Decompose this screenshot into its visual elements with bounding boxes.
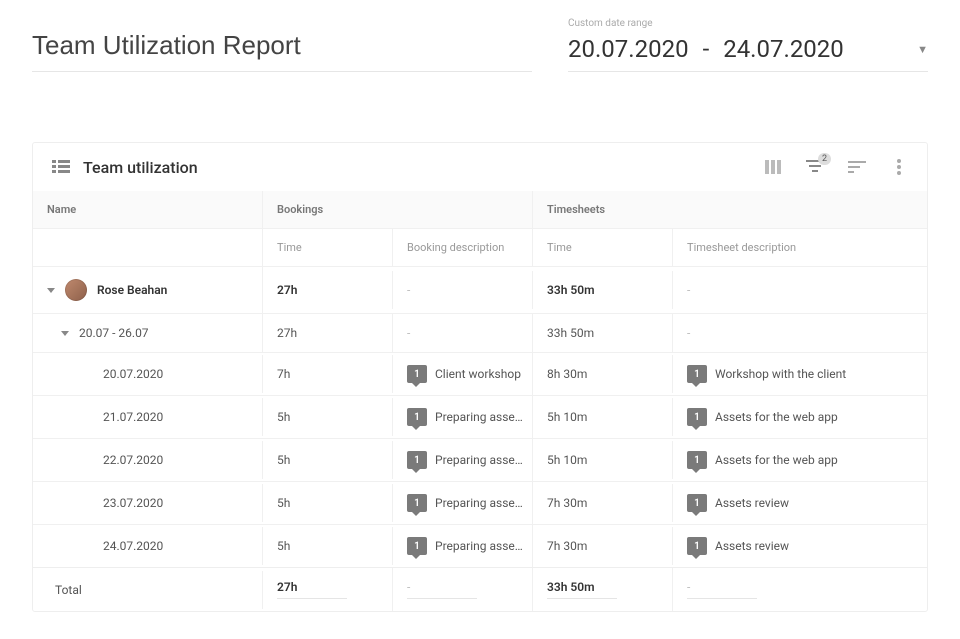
col-timesheet-desc: Timesheet description — [673, 228, 927, 266]
comment-icon: 1 — [687, 365, 707, 383]
comment-icon: 1 — [687, 494, 707, 512]
day-timesheet-time: 5h 10m — [533, 441, 673, 479]
week-booking-time: 27h — [263, 314, 393, 352]
day-row[interactable]: 24.07.2020 5h 1 Preparing asse… 7h 30m 1 Asset… — [33, 524, 927, 567]
col-name: Name — [33, 191, 263, 228]
week-label: 20.07 - 26.07 — [79, 326, 149, 340]
dash: - — [687, 283, 690, 297]
total-label: Total — [33, 571, 263, 609]
date-start: 20.07.2020 — [568, 35, 689, 63]
person-row[interactable]: Rose Beahan 27h - 33h 50m - — [33, 266, 927, 313]
col-bookings: Bookings — [263, 191, 533, 228]
day-timesheet-time: 5h 10m — [533, 398, 673, 436]
date-end: 24.07.2020 — [723, 35, 844, 63]
table-header-groups: Name Bookings Timesheets — [33, 191, 927, 228]
total-booking-time: 27h — [277, 580, 347, 599]
comment-icon: 1 — [407, 408, 427, 426]
day-date: 20.07.2020 — [103, 367, 163, 381]
booking-desc-text: Preparing asse… — [435, 539, 523, 553]
date-sep: - — [703, 35, 710, 63]
booking-desc-chip[interactable]: 1 Preparing asse… — [407, 494, 523, 512]
day-row[interactable]: 21.07.2020 5h 1 Preparing asse… 5h 10m 1 Asset… — [33, 395, 927, 438]
card-title: Team utilization — [83, 158, 198, 177]
report-title-input[interactable] — [32, 24, 532, 72]
dash: - — [407, 283, 410, 297]
timesheet-desc-chip[interactable]: 1 Assets review — [687, 537, 789, 555]
comment-icon: 1 — [407, 494, 427, 512]
columns-icon[interactable] — [763, 157, 783, 177]
booking-desc-chip[interactable]: 1 Preparing asse… — [407, 408, 523, 426]
total-timesheet-time: 33h 50m — [547, 580, 617, 599]
timesheet-desc-chip[interactable]: 1 Assets for the web app — [687, 451, 838, 469]
day-booking-time: 5h — [263, 441, 393, 479]
comment-icon: 1 — [407, 365, 427, 383]
page-header: Custom date range 20.07.2020 - 24.07.202… — [0, 0, 960, 72]
booking-desc-text: Client workshop — [435, 367, 521, 381]
day-row[interactable]: 22.07.2020 5h 1 Preparing asse… 5h 10m 1 Asset… — [33, 438, 927, 481]
day-date: 22.07.2020 — [103, 453, 163, 467]
timesheet-desc-chip[interactable]: 1 Assets for the web app — [687, 408, 838, 426]
filter-icon[interactable]: 2 — [805, 157, 825, 177]
date-range-label: Custom date range — [568, 18, 928, 29]
person-booking-time: 27h — [263, 271, 393, 309]
booking-desc-text: Preparing asse… — [435, 453, 523, 467]
booking-desc-text: Preparing asse… — [435, 496, 523, 510]
card-header: Team utilization 2 — [33, 143, 927, 191]
col-booking-desc: Booking description — [393, 228, 533, 266]
filter-badge: 2 — [818, 153, 831, 165]
timesheet-desc-text: Assets review — [715, 496, 789, 510]
utilization-card: Team utilization 2 Name Bookings Timeshe… — [32, 142, 928, 612]
comment-icon: 1 — [687, 451, 707, 469]
booking-desc-chip[interactable]: 1 Client workshop — [407, 365, 521, 383]
timesheet-desc-chip[interactable]: 1 Workshop with the client — [687, 365, 846, 383]
card-actions: 2 — [763, 157, 909, 177]
col-booking-time: Time — [263, 228, 393, 266]
chevron-down-icon: ▼ — [917, 43, 928, 56]
person-name: Rose Beahan — [97, 283, 167, 297]
booking-desc-text: Preparing asse… — [435, 410, 523, 424]
day-booking-time: 7h — [263, 355, 393, 393]
timesheet-desc-chip[interactable]: 1 Assets review — [687, 494, 789, 512]
day-timesheet-time: 8h 30m — [533, 355, 673, 393]
table-header-sub: Time Booking description Time Timesheet … — [33, 228, 927, 266]
date-range-wrap: Custom date range 20.07.2020 - 24.07.202… — [568, 18, 928, 72]
caret-down-icon — [47, 288, 55, 293]
comment-icon: 1 — [687, 408, 707, 426]
day-booking-time: 5h — [263, 484, 393, 522]
booking-desc-chip[interactable]: 1 Preparing asse… — [407, 537, 523, 555]
week-row[interactable]: 20.07 - 26.07 27h - 33h 50m - — [33, 313, 927, 352]
day-timesheet-time: 7h 30m — [533, 484, 673, 522]
date-range-picker[interactable]: 20.07.2020 - 24.07.2020 ▼ — [568, 31, 928, 72]
day-row[interactable]: 23.07.2020 5h 1 Preparing asse… 7h 30m 1 Asset… — [33, 481, 927, 524]
day-timesheet-time: 7h 30m — [533, 527, 673, 565]
person-timesheet-time: 33h 50m — [533, 271, 673, 309]
day-date: 23.07.2020 — [103, 496, 163, 510]
col-timesheet-time: Time — [533, 228, 673, 266]
timesheet-desc-text: Assets for the web app — [715, 410, 838, 424]
more-menu-icon[interactable] — [889, 157, 909, 177]
comment-icon: 1 — [687, 537, 707, 555]
day-booking-time: 5h — [263, 527, 393, 565]
avatar — [65, 279, 87, 301]
booking-desc-chip[interactable]: 1 Preparing asse… — [407, 451, 523, 469]
list-view-icon[interactable] — [51, 157, 71, 177]
col-timesheets: Timesheets — [533, 191, 927, 228]
comment-icon: 1 — [407, 451, 427, 469]
timesheet-desc-text: Assets review — [715, 539, 789, 553]
caret-down-icon — [61, 331, 69, 336]
total-row: Total 27h - 33h 50m - — [33, 567, 927, 611]
day-booking-time: 5h — [263, 398, 393, 436]
day-date: 21.07.2020 — [103, 410, 163, 424]
timesheet-desc-text: Assets for the web app — [715, 453, 838, 467]
day-row[interactable]: 20.07.2020 7h 1 Client workshop 8h 30m 1 Works… — [33, 352, 927, 395]
day-date: 24.07.2020 — [103, 539, 163, 553]
day-rows: 20.07.2020 7h 1 Client workshop 8h 30m 1 Works… — [33, 352, 927, 567]
comment-icon: 1 — [407, 537, 427, 555]
sort-icon[interactable] — [847, 157, 867, 177]
timesheet-desc-text: Workshop with the client — [715, 367, 846, 381]
week-timesheet-time: 33h 50m — [533, 314, 673, 352]
